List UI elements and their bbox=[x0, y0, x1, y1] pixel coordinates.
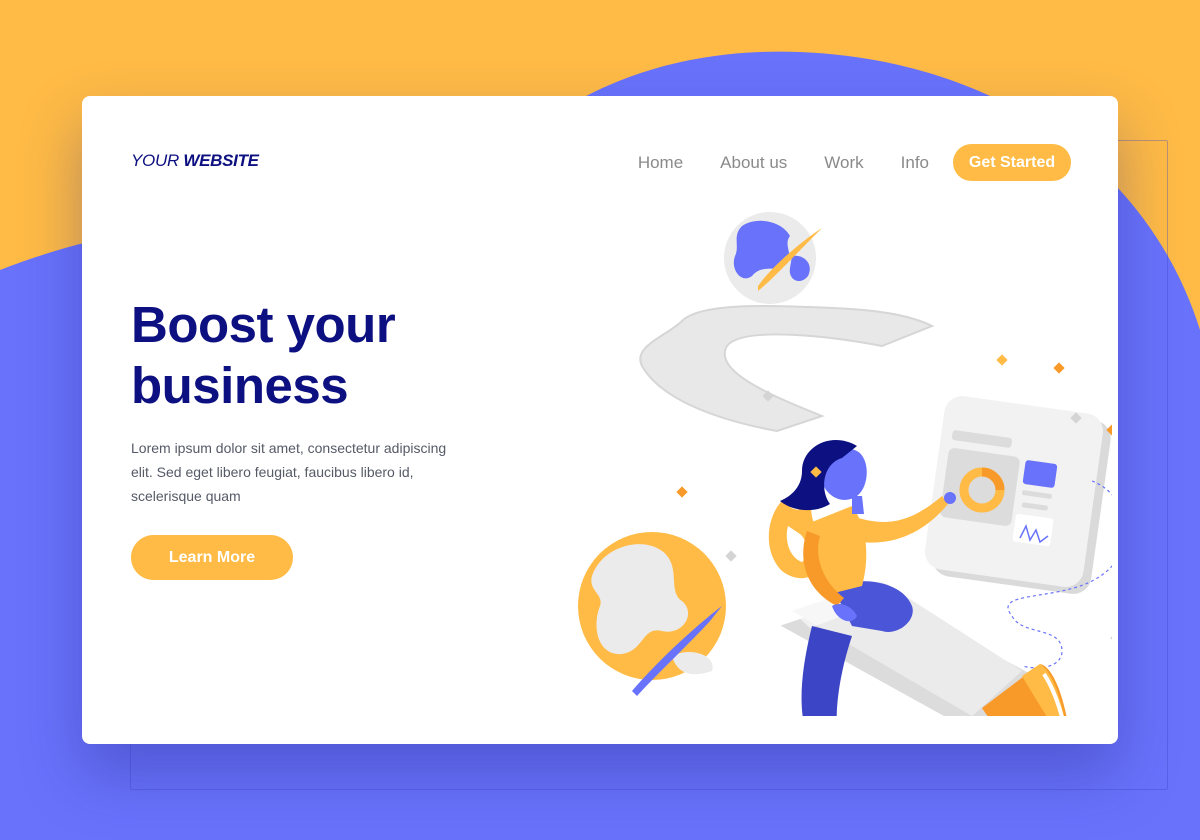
nav-about-link[interactable]: About us bbox=[720, 153, 787, 173]
top-navigation: Home About us Work Info Get Started bbox=[638, 144, 1071, 181]
nav-work-link[interactable]: Work bbox=[824, 153, 863, 173]
nav-info-link[interactable]: Info bbox=[901, 153, 929, 173]
hero-illustration bbox=[578, 212, 1112, 716]
get-started-button[interactable]: Get Started bbox=[953, 144, 1071, 181]
hero-description: Lorem ipsum dolor sit amet, consectetur … bbox=[131, 440, 447, 504]
hero-title-line-2: business bbox=[131, 357, 349, 414]
hero-title-line-1: Boost your bbox=[131, 296, 396, 353]
learn-more-button[interactable]: Learn More bbox=[131, 535, 293, 580]
hero-title: Boost your business bbox=[131, 294, 396, 416]
landing-page-card: YOUR WEBSITE Home About us Work Info Get… bbox=[82, 96, 1118, 744]
planet-top-icon bbox=[724, 212, 822, 304]
site-logo[interactable]: YOUR WEBSITE bbox=[131, 151, 259, 171]
logo-text-your: YOUR bbox=[131, 151, 184, 170]
logo-text-website: WEBSITE bbox=[183, 151, 259, 170]
planet-bottom-icon bbox=[578, 532, 726, 696]
smoke-trail bbox=[639, 304, 935, 433]
nav-home-link[interactable]: Home bbox=[638, 153, 683, 173]
